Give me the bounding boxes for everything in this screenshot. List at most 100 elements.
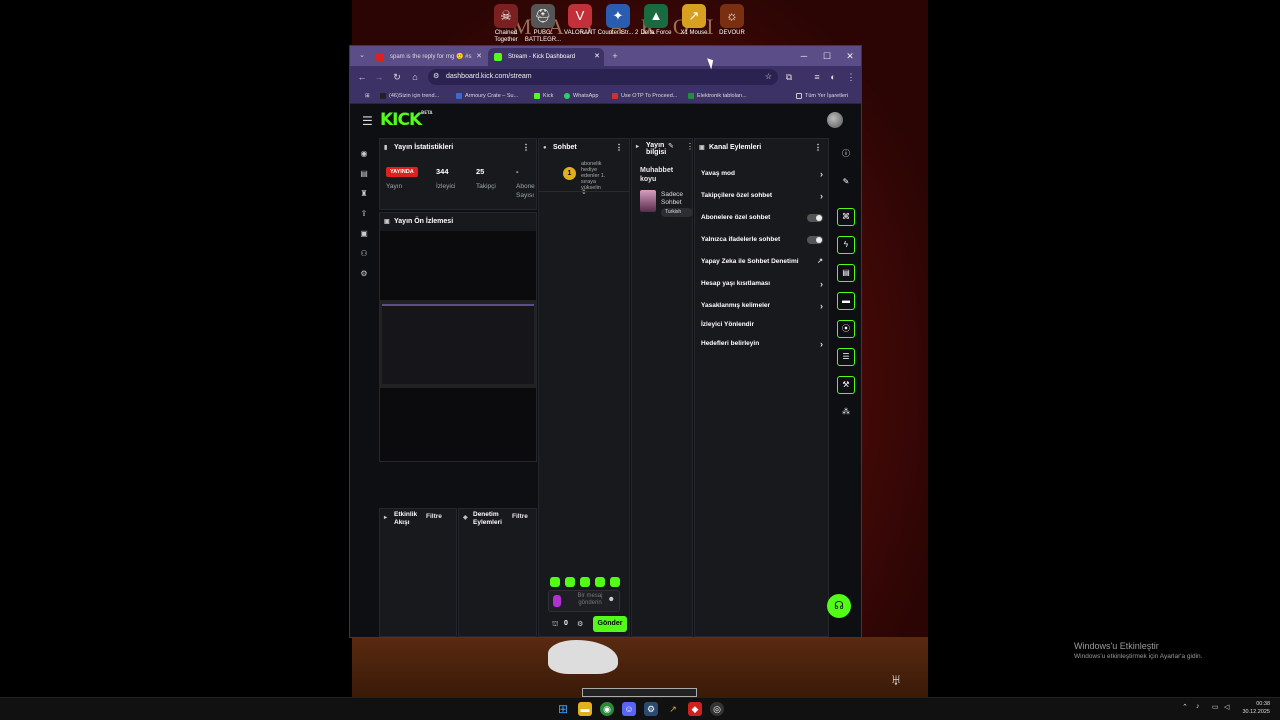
reload-icon[interactable]: ↻ xyxy=(390,70,404,84)
settings-gear-icon[interactable]: ⚙ xyxy=(358,268,370,280)
bookmark-tiktok[interactable]: (46)Sizin için trend... xyxy=(380,90,439,102)
discord-icon[interactable]: ☺ xyxy=(622,702,636,716)
riot-client-icon[interactable]: ◆ xyxy=(688,702,702,716)
site-info-icon[interactable]: ⚙ xyxy=(433,69,439,85)
panel-title: Denetim Eylemleri xyxy=(473,511,502,526)
tab-close-icon[interactable]: ✕ xyxy=(476,48,482,66)
bookmark-whatsapp[interactable]: WhatsApp xyxy=(564,90,598,102)
set-goals-item[interactable]: Hedefleri belirleyin › xyxy=(701,336,827,352)
x1-mouse-taskbar-icon[interactable]: ↗ xyxy=(666,702,680,716)
tab-youtube[interactable]: spam is the reply for rng 🙂 #s ✕ xyxy=(370,48,486,66)
desktop-icon-devour[interactable]: ☼ DEVOUR xyxy=(710,4,754,37)
send-button[interactable]: Gönder xyxy=(593,616,627,632)
profile-icon[interactable]: ◐ xyxy=(826,70,840,84)
panel-menu-icon[interactable]: ⋮ xyxy=(522,139,530,157)
maximize-icon[interactable]: ☐ xyxy=(816,46,838,66)
new-tab-button[interactable]: + xyxy=(608,49,622,63)
activity-icon: ▸ xyxy=(384,515,388,521)
microphone-icon[interactable]: ♪ xyxy=(1196,703,1200,710)
panel-menu-icon[interactable]: ⋮ xyxy=(686,142,694,151)
bookmark-kick[interactable]: Kick xyxy=(534,90,553,102)
banned-words-item[interactable]: Yasaklanmış kelimeler › xyxy=(701,298,827,314)
forward-icon[interactable]: → xyxy=(372,70,386,84)
tray-overflow-icon[interactable]: ⌃ xyxy=(1182,703,1188,711)
screen-icon[interactable]: ▣ xyxy=(358,228,370,240)
panel-menu-icon[interactable]: ⋮ xyxy=(615,139,623,157)
channel-points-icon[interactable]: ⛫ xyxy=(552,620,558,629)
external-chart-icon: ↗ xyxy=(817,258,823,265)
bookmark-otp[interactable]: Use OTP To Proceed... xyxy=(612,90,677,102)
expand-pinned-icon[interactable]: ⇟ xyxy=(581,188,587,196)
tab-close-icon[interactable]: ✕ xyxy=(594,48,600,66)
media-icon[interactable]: ≡ xyxy=(810,70,824,84)
volume-icon[interactable]: ◁ xyxy=(1224,703,1229,711)
emote-icon[interactable] xyxy=(580,577,590,587)
raid-item[interactable]: İzleyici Yönlendir xyxy=(701,317,827,333)
emote-icon[interactable] xyxy=(550,577,560,587)
slow-mode-item[interactable]: Yavaş mod › xyxy=(701,166,827,182)
emote-icon[interactable] xyxy=(610,577,620,587)
support-headset-button[interactable]: ☊ xyxy=(827,594,851,618)
category-name[interactable]: Sadece Sohbet xyxy=(661,191,694,207)
ai-moderation-item[interactable]: Yapay Zeka ile Sohbet Denetimi ↗ xyxy=(701,254,827,270)
preview-frame xyxy=(382,304,534,384)
followers-value: 25 xyxy=(476,167,485,176)
network-icon[interactable]: ▭ xyxy=(1212,703,1219,711)
panel-menu-icon[interactable]: ⋮ xyxy=(814,139,822,157)
upload-icon[interactable]: ⇪ xyxy=(358,208,370,220)
user-avatar[interactable] xyxy=(827,112,843,128)
moderation-filter-button[interactable]: Filtre xyxy=(512,513,528,520)
minimize-icon[interactable]: ─ xyxy=(793,46,815,66)
chat-icon[interactable]: ▬ xyxy=(837,292,855,310)
browser-window: ⌄ spam is the reply for rng 🙂 #s ✕ Strea… xyxy=(349,45,862,638)
chrome-icon[interactable]: ◉ xyxy=(600,702,614,716)
counter-strike-icon: ✦ xyxy=(606,4,630,28)
emote-icon[interactable] xyxy=(595,577,605,587)
bookmark-armoury[interactable]: Armoury Crate – Su... xyxy=(456,90,518,102)
broadcast-icon[interactable]: ⦿ xyxy=(837,320,855,338)
extensions-icon[interactable]: ⧉ xyxy=(782,70,796,84)
emotes-only-item: Yalnızca ifadelerle sohbet xyxy=(701,232,827,248)
calendar-icon[interactable]: ▤ xyxy=(358,168,370,180)
activity-filter-button[interactable]: Filtre xyxy=(426,513,442,520)
stream-broadcast-icon[interactable]: ◉ xyxy=(358,148,370,160)
lightning-icon[interactable]: ϟ xyxy=(837,236,855,254)
info-icon[interactable]: ⓘ xyxy=(837,146,855,164)
account-age-item[interactable]: Hesap yaşı kısıtlaması › xyxy=(701,276,827,292)
close-window-icon[interactable]: ✕ xyxy=(839,46,861,66)
file-explorer-icon[interactable]: ▬ xyxy=(578,702,592,716)
all-bookmarks[interactable]: Tüm Yer İşaretleri xyxy=(796,90,848,102)
emote-icon[interactable] xyxy=(565,577,575,587)
more-tools-icon[interactable]: ⁂ xyxy=(837,404,855,422)
clip-icon[interactable]: ⌘ xyxy=(837,208,855,226)
emoji-icon[interactable]: ☻ xyxy=(608,596,615,603)
browser-menu-icon[interactable]: ⋮ xyxy=(844,70,858,84)
system-clock[interactable]: 00:38 30.12.2025 xyxy=(1242,700,1270,716)
followers-only-item[interactable]: Takipçilere özel sohbet › xyxy=(701,188,827,204)
chat-input[interactable]: Bir mesaj gönderin ☻ xyxy=(548,590,620,612)
chat-settings-icon[interactable]: ⚙ xyxy=(577,620,583,628)
kick-logo[interactable]: KICKBETA xyxy=(380,110,432,130)
obs-icon[interactable]: ◎ xyxy=(710,702,724,716)
edit-pencil-icon[interactable]: ✎ xyxy=(668,142,674,150)
subscribers-only-toggle[interactable] xyxy=(807,214,823,222)
stack-icon[interactable]: ☰ xyxy=(837,348,855,366)
wrench-icon[interactable]: ⚒ xyxy=(837,376,855,394)
apps-grid-icon[interactable]: ⊞ xyxy=(356,90,370,102)
bookmark-star-icon[interactable]: ☆ xyxy=(765,69,772,85)
stream-preview-video[interactable] xyxy=(380,300,536,388)
home-icon[interactable]: ⌂ xyxy=(408,70,422,84)
notes-icon[interactable]: ▤ xyxy=(837,264,855,282)
steam-icon[interactable]: ⚙ xyxy=(644,702,658,716)
tab-kick-dashboard[interactable]: Stream - Kick Dashboard ✕ xyxy=(488,48,604,66)
users-icon[interactable]: ⚇ xyxy=(358,248,370,260)
start-windows-icon[interactable]: ⊞ xyxy=(556,702,570,716)
trophy-icon[interactable]: ♜ xyxy=(358,188,370,200)
hamburger-menu-icon[interactable]: ☰ xyxy=(362,114,373,128)
tab-search-icon[interactable]: ⌄ xyxy=(355,49,369,63)
pencil-icon[interactable]: ✎ xyxy=(837,174,855,192)
emotes-only-toggle[interactable] xyxy=(807,236,823,244)
back-icon[interactable]: ← xyxy=(355,70,369,84)
url-field[interactable]: ⚙ dashboard.kick.com/stream ☆ xyxy=(428,69,778,85)
bookmark-sheets[interactable]: Elektronik tabloları... xyxy=(688,90,747,102)
